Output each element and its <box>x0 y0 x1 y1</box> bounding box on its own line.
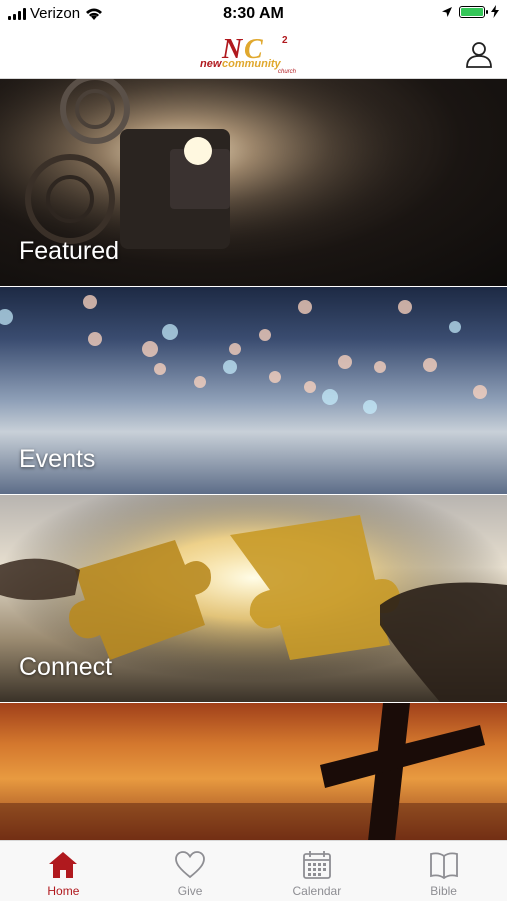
calendar-icon <box>302 851 331 879</box>
tab-label-calendar: Calendar <box>292 884 342 898</box>
tab-home[interactable]: Home <box>0 841 127 901</box>
svg-text:2: 2 <box>282 35 288 46</box>
church-logo[interactable]: N C 2 new community church <box>200 32 310 74</box>
tile-featured[interactable]: Featured <box>0 79 507 287</box>
tab-bar: Home Give Calendar Bible <box>0 840 507 901</box>
tab-label-bible: Bible <box>430 884 457 898</box>
tile-events[interactable]: Events <box>0 287 507 495</box>
tab-label-give: Give <box>177 884 203 898</box>
tab-give[interactable]: Give <box>127 841 254 901</box>
status-time: 8:30 AM <box>223 5 284 22</box>
profile-icon[interactable] <box>465 40 493 68</box>
svg-text:church: church <box>278 69 297 74</box>
home-icon <box>49 852 78 878</box>
battery-icon <box>459 5 488 18</box>
charging-icon <box>491 5 499 18</box>
home-tiles: Featured Events Connect <box>0 79 507 842</box>
status-right <box>441 5 499 18</box>
nav-bar: N C 2 new community church <box>0 28 507 79</box>
tile-worship[interactable] <box>0 703 507 842</box>
heart-icon <box>175 851 206 879</box>
tile-label-connect: Connect <box>19 653 113 681</box>
tab-label-home: Home <box>47 884 80 898</box>
status-bar: Verizon 8:30 AM <box>0 0 507 28</box>
tab-bible[interactable]: Bible <box>380 841 507 901</box>
cross-image <box>0 703 507 841</box>
svg-text:new: new <box>200 58 223 70</box>
tile-connect[interactable]: Connect <box>0 495 507 703</box>
location-icon <box>442 6 452 17</box>
tab-calendar[interactable]: Calendar <box>254 841 381 901</box>
tile-label-featured: Featured <box>19 237 120 265</box>
svg-text:community: community <box>222 58 282 70</box>
tile-label-events: Events <box>19 445 96 473</box>
book-icon <box>429 852 458 880</box>
